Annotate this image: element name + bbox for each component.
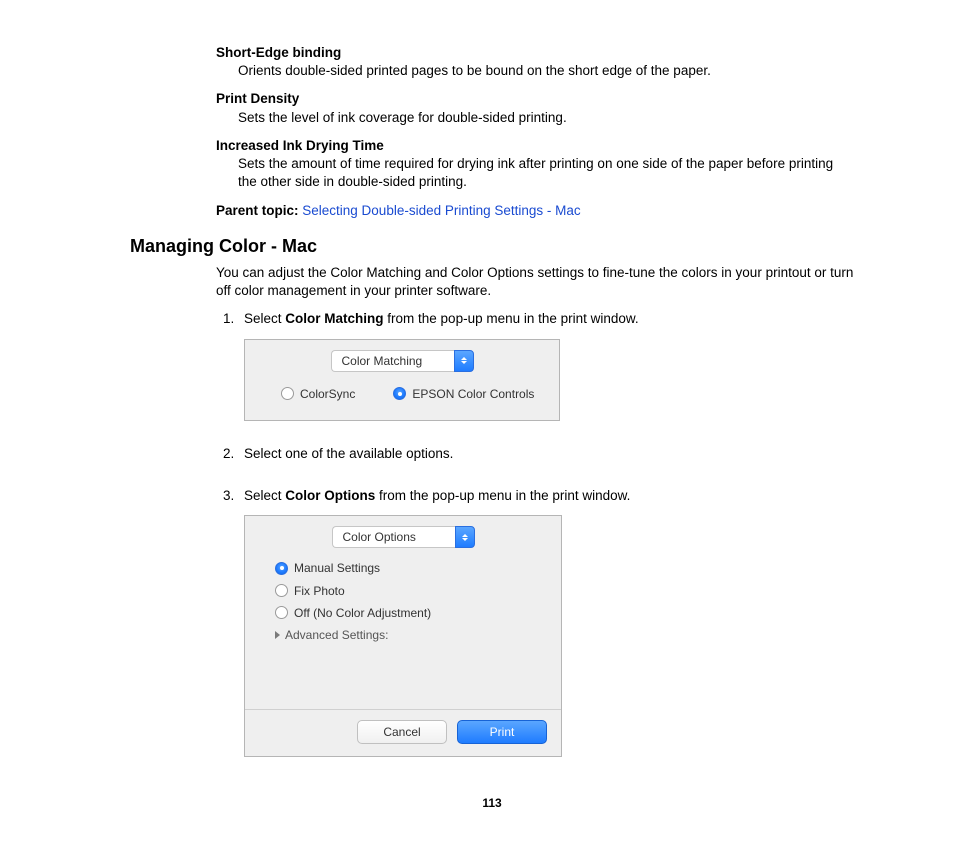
dialog-button-row: Cancel Print xyxy=(259,720,547,744)
print-button[interactable]: Print xyxy=(457,720,547,744)
radio-fix-photo[interactable]: Fix Photo xyxy=(275,583,547,599)
step-text: Select xyxy=(244,488,285,503)
radio-label: EPSON Color Controls xyxy=(412,386,534,402)
definition-list: Short-Edge binding Orients double-sided … xyxy=(216,44,854,192)
divider xyxy=(245,709,561,710)
definition-term: Short-Edge binding xyxy=(216,44,854,62)
parent-topic: Parent topic: Selecting Double-sided Pri… xyxy=(216,202,854,220)
color-matching-dialog: Color Matching ColorSync EPSON Color Con… xyxy=(244,339,560,421)
definition-item: Short-Edge binding Orients double-sided … xyxy=(216,44,854,80)
radio-icon xyxy=(275,606,288,619)
radio-group: ColorSync EPSON Color Controls xyxy=(259,386,545,402)
definition-term: Print Density xyxy=(216,90,854,108)
radio-icon xyxy=(281,387,294,400)
popup-menu-label: Color Matching xyxy=(331,350,454,372)
definition-item: Increased Ink Drying Time Sets the amoun… xyxy=(216,137,854,192)
popup-menu-label: Color Options xyxy=(332,526,455,548)
step-text: Select one of the available options. xyxy=(244,446,453,461)
radio-epson-color-controls[interactable]: EPSON Color Controls xyxy=(393,386,534,402)
step-text: Select xyxy=(244,311,285,326)
radio-label: Fix Photo xyxy=(294,583,345,599)
radio-label: ColorSync xyxy=(300,386,355,402)
color-options-dialog: Color Options Manual Settings Fix Photo xyxy=(244,515,562,757)
radio-icon xyxy=(275,562,288,575)
advanced-label: Advanced Settings: xyxy=(285,627,388,643)
cancel-button[interactable]: Cancel xyxy=(357,720,447,744)
radio-group: Manual Settings Fix Photo Off (No Color … xyxy=(275,560,547,621)
step-bold: Color Matching xyxy=(285,311,383,326)
step-item: Select Color Options from the pop-up men… xyxy=(238,487,854,757)
step-item: Select Color Matching from the pop-up me… xyxy=(238,310,854,420)
definition-body: Sets the amount of time required for dry… xyxy=(238,155,854,191)
popup-chevron-icon xyxy=(454,350,474,372)
page-number: 113 xyxy=(130,795,854,811)
popup-menu-color-matching[interactable]: Color Matching xyxy=(331,350,474,372)
radio-icon xyxy=(275,584,288,597)
steps-list: Select Color Matching from the pop-up me… xyxy=(216,310,854,757)
advanced-settings-disclosure[interactable]: Advanced Settings: xyxy=(275,627,547,643)
radio-label: Manual Settings xyxy=(294,560,380,576)
step-text: from the pop-up menu in the print window… xyxy=(384,311,639,326)
disclosure-triangle-icon xyxy=(275,631,280,639)
definition-body: Orients double-sided printed pages to be… xyxy=(238,62,854,80)
definition-body: Sets the level of ink coverage for doubl… xyxy=(238,109,854,127)
parent-topic-link[interactable]: Selecting Double-sided Printing Settings… xyxy=(302,203,580,218)
section-intro: You can adjust the Color Matching and Co… xyxy=(216,264,854,300)
radio-manual-settings[interactable]: Manual Settings xyxy=(275,560,547,576)
definition-term: Increased Ink Drying Time xyxy=(216,137,854,155)
popup-chevron-icon xyxy=(455,526,475,548)
definition-item: Print Density Sets the level of ink cove… xyxy=(216,90,854,126)
radio-label: Off (No Color Adjustment) xyxy=(294,605,431,621)
step-item: Select one of the available options. xyxy=(238,445,854,463)
popup-menu-color-options[interactable]: Color Options xyxy=(332,526,475,548)
section-body: You can adjust the Color Matching and Co… xyxy=(216,264,854,757)
radio-colorsync[interactable]: ColorSync xyxy=(281,386,355,402)
step-bold: Color Options xyxy=(285,488,375,503)
section-heading: Managing Color - Mac xyxy=(130,234,854,258)
radio-off-no-adjustment[interactable]: Off (No Color Adjustment) xyxy=(275,605,547,621)
parent-topic-label: Parent topic: xyxy=(216,203,302,218)
step-text: from the pop-up menu in the print window… xyxy=(375,488,630,503)
radio-icon xyxy=(393,387,406,400)
